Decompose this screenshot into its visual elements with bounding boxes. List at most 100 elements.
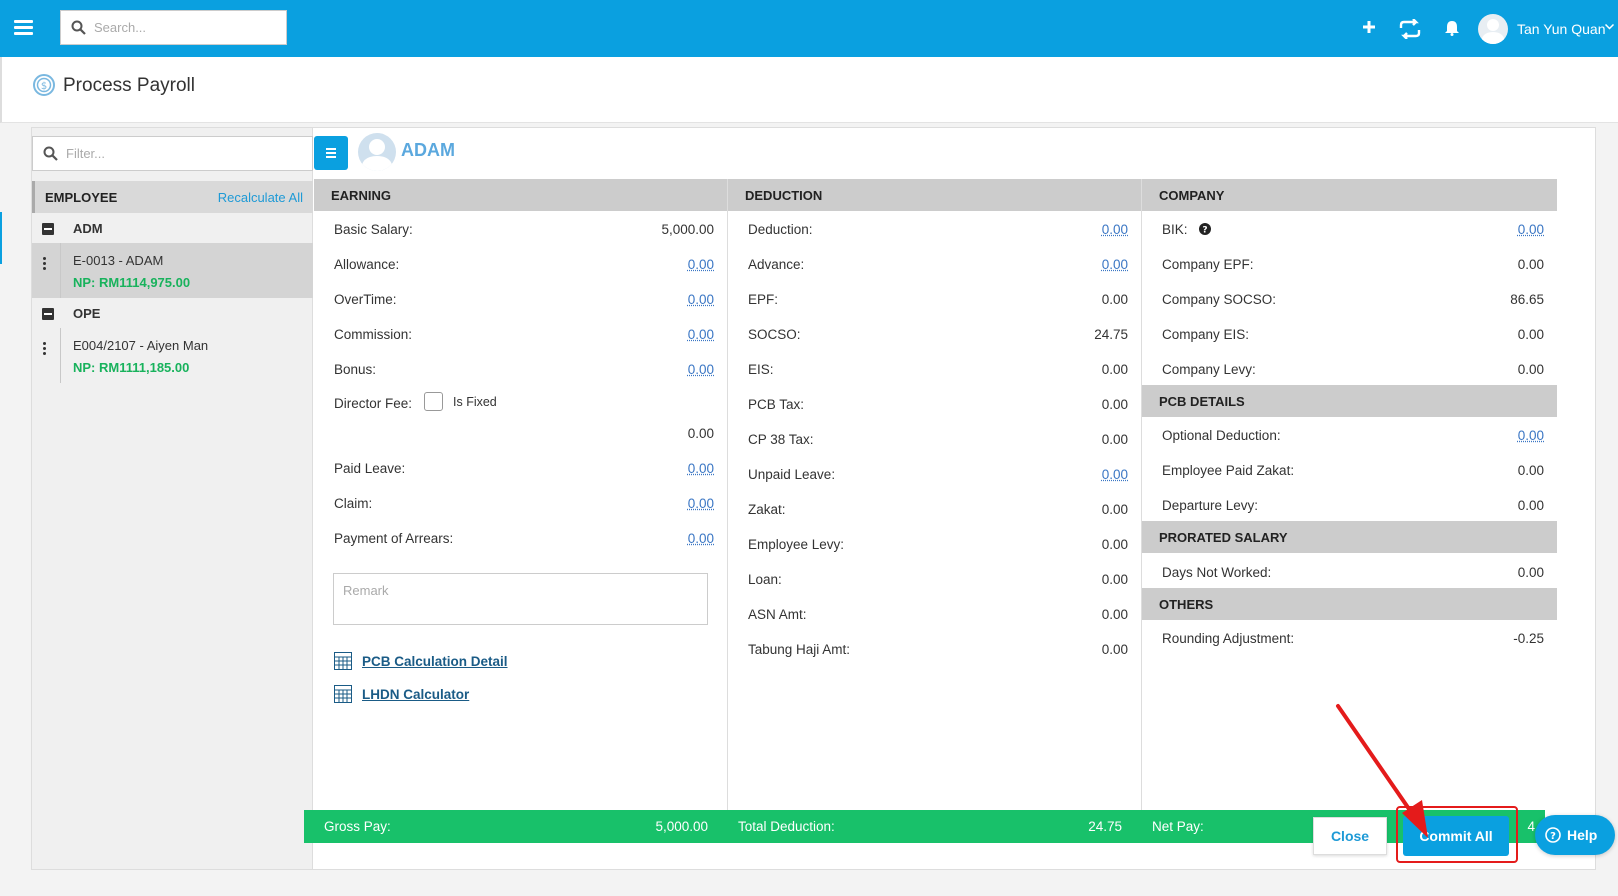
- deduction-row: Unpaid Leave: 0.00: [728, 467, 1141, 487]
- row-label: OverTime:: [334, 292, 397, 307]
- employee-net-pay: NP: RM1111,185.00: [73, 360, 190, 375]
- row-value: 0.00: [1517, 327, 1544, 342]
- row-label: Paid Leave:: [334, 461, 406, 476]
- lhdn-calculator-label[interactable]: LHDN Calculator: [362, 687, 469, 702]
- user-avatar-icon[interactable]: [1478, 14, 1508, 44]
- row-value: 0.00: [1101, 642, 1128, 657]
- claim-link[interactable]: 0.00: [688, 496, 714, 511]
- employee-title: ADAM: [401, 140, 455, 160]
- row-label: Deduction:: [748, 222, 813, 237]
- deduction-row: PCB Tax: 0.00: [728, 397, 1141, 417]
- plus-icon[interactable]: [1363, 21, 1375, 33]
- row-value: 0.00: [1517, 257, 1544, 272]
- row-value: 5,000.00: [661, 222, 714, 237]
- others-label: OTHERS: [1159, 597, 1214, 612]
- earning-row: Basic Salary: 5,000.00: [314, 222, 727, 242]
- employee-menu-button[interactable]: [314, 136, 348, 170]
- pcb-calculation-label[interactable]: PCB Calculation Detail: [362, 654, 508, 669]
- row-value: 0.00: [1101, 607, 1128, 622]
- total-deduction-value: 24.75: [1088, 819, 1122, 834]
- deduction-row: Loan: 0.00: [728, 572, 1141, 592]
- chevron-down-icon[interactable]: [1605, 24, 1614, 30]
- collapse-icon[interactable]: [42, 223, 54, 235]
- employee-item[interactable]: E004/2107 - Aiyen Man NP: RM1111,185.00: [32, 328, 313, 383]
- remark-textarea[interactable]: [333, 573, 708, 625]
- bell-icon[interactable]: [1445, 20, 1459, 36]
- question-icon[interactable]: ?: [1199, 223, 1211, 235]
- employee-item[interactable]: E-0013 - ADAM NP: RM1114,975.00: [32, 243, 313, 298]
- filter-input[interactable]: [66, 137, 306, 170]
- row-label: Commission:: [334, 327, 413, 342]
- row-label: CP 38 Tax:: [748, 432, 814, 447]
- deduction-row: EPF: 0.00: [728, 292, 1141, 312]
- payment-of-arrears-link[interactable]: 0.00: [688, 531, 714, 546]
- advance-link[interactable]: 0.00: [1102, 257, 1128, 272]
- row-label: Claim:: [334, 496, 373, 511]
- earning-header-label: EARNING: [331, 188, 391, 203]
- row-label: ASN Amt:: [748, 607, 807, 622]
- bik-link[interactable]: 0.00: [1518, 222, 1544, 237]
- company-header: COMPANY: [1142, 179, 1557, 211]
- total-deduction-label: Total Deduction:: [738, 819, 835, 834]
- row-label: Employee Levy:: [748, 537, 845, 552]
- svg-text:?: ?: [1550, 831, 1556, 842]
- overtime-link[interactable]: 0.00: [688, 292, 714, 307]
- user-name[interactable]: Tan Yun Quan: [1517, 21, 1605, 37]
- row-label: Rounding Adjustment:: [1162, 631, 1295, 646]
- row-label: Zakat:: [748, 502, 786, 517]
- employee-avatar-icon: [358, 133, 396, 171]
- company-column: COMPANY BIK: ? 0.00 Company EPF: 0.00 Com…: [1142, 179, 1557, 841]
- company-row: Departure Levy: 0.00: [1142, 498, 1557, 518]
- pcb-details-header: PCB DETAILS: [1142, 385, 1557, 417]
- company-row: BIK: ? 0.00: [1142, 222, 1557, 242]
- allowance-link[interactable]: 0.00: [688, 257, 714, 272]
- deduction-link[interactable]: 0.00: [1102, 222, 1128, 237]
- total-deduction-footer: Total Deduction: 24.75: [718, 810, 1132, 843]
- filter-box[interactable]: [32, 136, 313, 171]
- row-value: 0.00: [1101, 432, 1128, 447]
- svg-text:?: ?: [1202, 226, 1207, 236]
- paid-leave-link[interactable]: 0.00: [688, 461, 714, 476]
- close-button[interactable]: Close: [1313, 817, 1387, 855]
- row-label: Allowance:: [334, 257, 400, 272]
- row-label: Bonus:: [334, 362, 377, 377]
- group-row[interactable]: ADM: [32, 213, 313, 243]
- optional-deduction-link[interactable]: 0.00: [1518, 428, 1544, 443]
- row-label: EIS:: [748, 362, 774, 377]
- commit-all-button[interactable]: Commit All: [1403, 816, 1509, 856]
- top-navbar: Tan Yun Quan: [0, 0, 1618, 57]
- bonus-link[interactable]: 0.00: [688, 362, 714, 377]
- help-button[interactable]: ? Help: [1535, 815, 1615, 855]
- commission-link[interactable]: 0.00: [688, 327, 714, 342]
- menu-icon[interactable]: [14, 20, 33, 35]
- row-label: EPF:: [748, 292, 779, 307]
- company-row: Company EPF: 0.00: [1142, 257, 1557, 277]
- recalculate-all-link[interactable]: Recalculate All: [218, 190, 303, 205]
- company-row: Employee Paid Zakat: 0.00: [1142, 463, 1557, 483]
- row-label: Loan:: [748, 572, 782, 587]
- lhdn-calculator-link[interactable]: LHDN Calculator: [334, 684, 534, 706]
- employee-name: E004/2107 - Aiyen Man: [73, 338, 209, 353]
- is-fixed-checkbox[interactable]: [424, 392, 443, 411]
- kebab-menu-icon[interactable]: [43, 342, 47, 357]
- pcb-calculation-link[interactable]: PCB Calculation Detail: [334, 651, 534, 673]
- row-label: Company EIS:: [1162, 327, 1250, 342]
- group-row[interactable]: OPE: [32, 298, 313, 328]
- others-header: OTHERS: [1142, 588, 1557, 620]
- gross-pay-label: Gross Pay:: [324, 819, 391, 834]
- search-box[interactable]: [60, 10, 287, 45]
- net-pay-value: 4: [1527, 819, 1535, 834]
- is-fixed-label: Is Fixed: [453, 395, 497, 409]
- earning-row: OverTime: 0.00: [314, 292, 727, 312]
- unpaid-leave-link[interactable]: 0.00: [1102, 467, 1128, 482]
- sync-icon[interactable]: [1398, 19, 1422, 39]
- director-fee-value-row: 0.00: [314, 426, 727, 446]
- kebab-menu-icon[interactable]: [43, 257, 47, 272]
- search-input[interactable]: [94, 11, 282, 44]
- row-value: 0.00: [1101, 537, 1128, 552]
- collapse-icon[interactable]: [42, 308, 54, 320]
- company-row: Days Not Worked: 0.00: [1142, 565, 1557, 585]
- prorated-salary-label: PRORATED SALARY: [1159, 530, 1288, 545]
- search-icon: [43, 146, 58, 161]
- company-header-label: COMPANY: [1159, 188, 1225, 203]
